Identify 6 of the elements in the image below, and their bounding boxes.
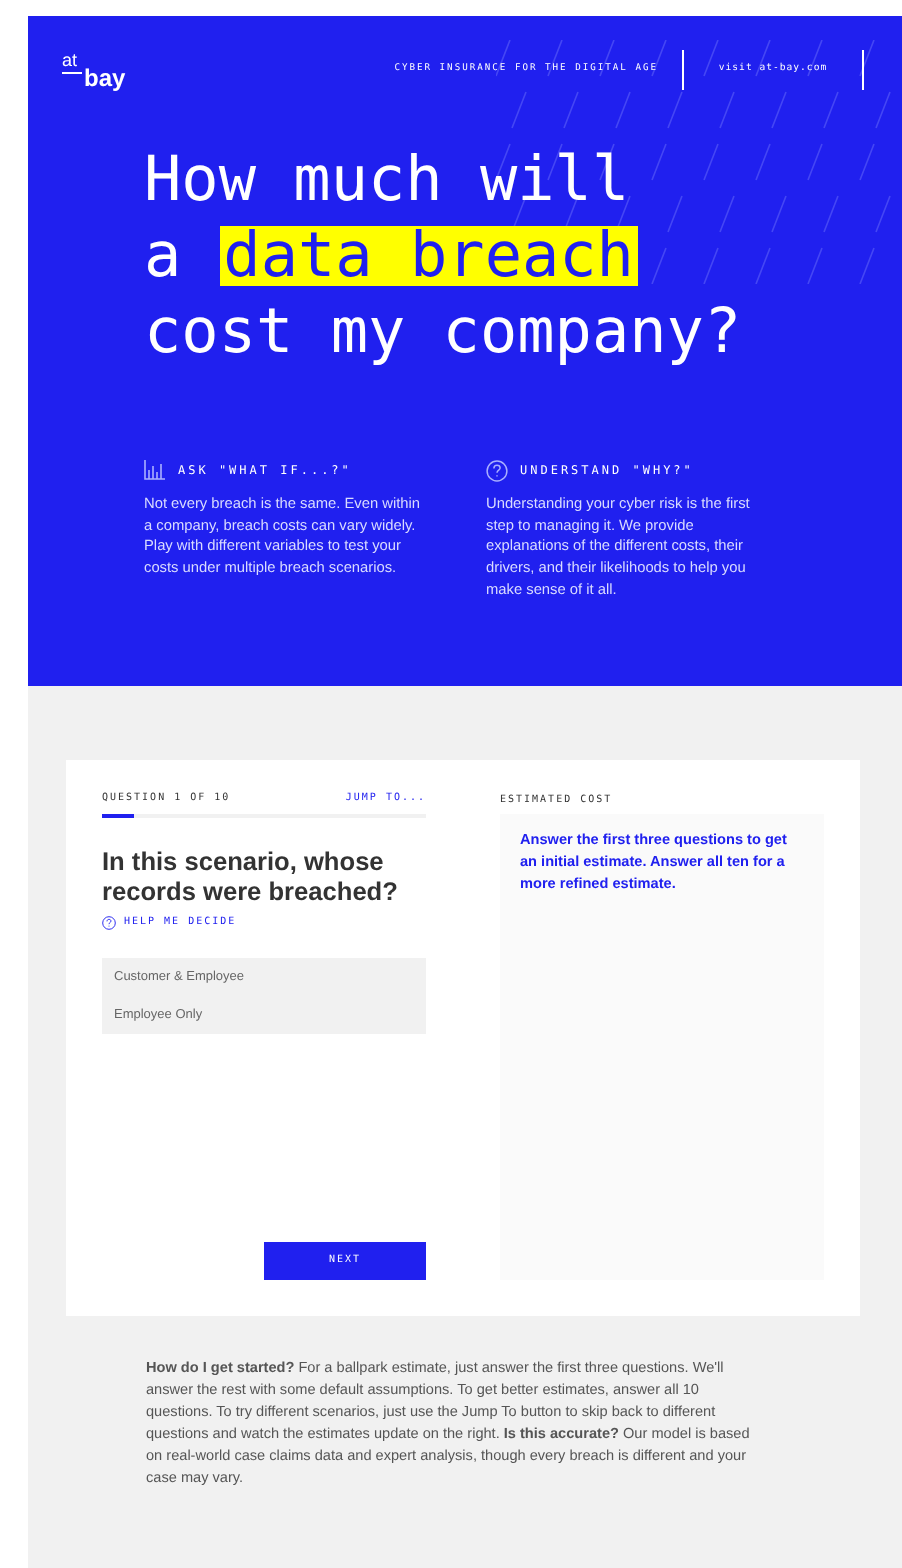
- logo: at bay: [62, 51, 126, 89]
- page-headline: How much will a data breach cost my company?: [144, 142, 744, 370]
- question-text: In this scenario, whose records were breached?: [102, 845, 400, 905]
- bar-chart-icon: [144, 460, 166, 480]
- question-circle-icon: [486, 459, 508, 481]
- help-icon: [102, 915, 116, 930]
